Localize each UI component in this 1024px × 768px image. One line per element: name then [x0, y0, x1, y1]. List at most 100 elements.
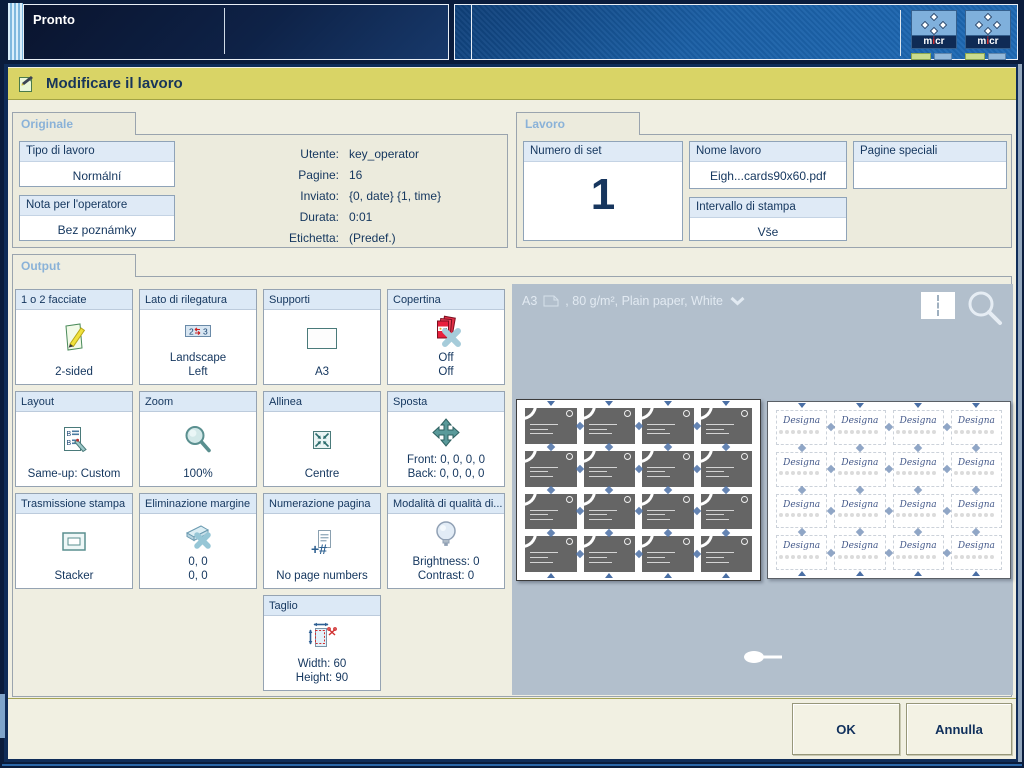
- dot: [868, 513, 872, 517]
- dot: [838, 471, 842, 475]
- dot: [984, 513, 988, 517]
- dot: [850, 430, 854, 434]
- tile-layout[interactable]: Layout B B Same-up: Custom: [15, 391, 133, 487]
- card-text-line: [589, 514, 607, 515]
- blue-status-bar: [988, 53, 1006, 60]
- card-arc: [584, 536, 596, 548]
- pagine-speciali-value: [854, 162, 1006, 169]
- dot: [779, 555, 783, 559]
- tab-output[interactable]: Output: [12, 254, 136, 277]
- dot: [908, 471, 912, 475]
- card-text-line: [530, 471, 548, 472]
- card-dots-row: [954, 462, 996, 480]
- tile-1-o-2-facciate[interactable]: 1 o 2 facciate 2-sided: [15, 289, 133, 385]
- card-text-line: [647, 476, 670, 477]
- micr-dots-icon: [965, 10, 1011, 36]
- magnifier-icon: [181, 423, 215, 457]
- card-text-line: [706, 510, 734, 511]
- intervallo-stampa-button[interactable]: Intervallo di stampa Vše: [689, 197, 847, 241]
- dot: [856, 471, 860, 475]
- tile-copertina[interactable]: Copertina OffOff: [387, 289, 505, 385]
- card-logo: [566, 496, 573, 503]
- tile-allinea[interactable]: Allinea Centre: [263, 391, 381, 487]
- front-page[interactable]: [516, 399, 761, 581]
- front-card: [701, 451, 753, 487]
- dot: [803, 471, 807, 475]
- status-panel: Pronto: [23, 4, 449, 60]
- tile-trasmissione-stampa[interactable]: Trasmissione stampa Stacker: [15, 493, 133, 589]
- dot: [978, 555, 982, 559]
- dot: [844, 471, 848, 475]
- tile-sposta[interactable]: Sposta Front: 0, 0, 0, 0Back: 0, 0, 0, 0: [387, 391, 505, 487]
- dot: [838, 555, 842, 559]
- tile-supporti[interactable]: Supporti A3: [263, 289, 381, 385]
- dot: [926, 471, 930, 475]
- nome-lavoro-button[interactable]: Nome lavoro Eigh...cards90x60.pdf: [689, 141, 847, 189]
- info-row: Utente:key_operator: [209, 144, 499, 165]
- dot: [902, 430, 906, 434]
- media-selector[interactable]: A3 , 80 g/m², Plain paper, White: [522, 294, 746, 308]
- tile-eliminazione-margine[interactable]: Eliminazione margine 0, 00, 0: [139, 493, 257, 589]
- card-arc: [701, 494, 713, 506]
- tile-lato-di-rilegatura[interactable]: Lato di rilegatura 2 3 LandscapeLeft: [139, 289, 257, 385]
- tab-originale[interactable]: Originale: [12, 112, 136, 135]
- dot: [779, 471, 783, 475]
- pagine-speciali-button[interactable]: Pagine speciali: [853, 141, 1007, 189]
- dot: [914, 555, 918, 559]
- micr-icon-1[interactable]: micr: [911, 10, 957, 56]
- edge-mark: [856, 403, 864, 408]
- tile-zoom[interactable]: Zoom 100%: [139, 391, 257, 487]
- front-card: [584, 451, 636, 487]
- dot: [932, 555, 936, 559]
- preview-zoom-button[interactable]: [964, 287, 1006, 329]
- card-arc: [584, 451, 596, 463]
- dot: [966, 430, 970, 434]
- ok-button[interactable]: OK: [792, 703, 900, 755]
- edit-job-icon: [18, 74, 35, 93]
- card-text-line: [530, 510, 558, 511]
- cancel-button[interactable]: Annulla: [906, 703, 1012, 755]
- tipo-di-lavoro-button[interactable]: Tipo di lavoro Normální: [19, 141, 175, 187]
- edge-mark: [722, 401, 730, 406]
- output-tiles-grid: 1 o 2 facciate 2-sided Lato di rilegatur…: [15, 289, 505, 691]
- back-page[interactable]: DesignaDesignaDesignaDesignaDesignaDesig…: [767, 401, 1011, 579]
- card-logo: [566, 410, 573, 417]
- back-card: Designa: [776, 535, 827, 570]
- dot: [984, 430, 988, 434]
- dot: [809, 513, 813, 517]
- green-status-bar: [911, 53, 931, 60]
- system-panel-divider: [471, 5, 472, 59]
- dot: [984, 555, 988, 559]
- card-text-line: [706, 514, 724, 515]
- card-logo: [683, 453, 690, 460]
- micr-icon-2[interactable]: micr: [965, 10, 1011, 56]
- card-text-line: [530, 514, 548, 515]
- back-card: Designa: [834, 452, 885, 487]
- dot: [844, 430, 848, 434]
- dot: [990, 555, 994, 559]
- blue-status-bar: [934, 53, 952, 60]
- info-row: Etichetta:(Predef.): [209, 228, 499, 249]
- back-card: Designa: [951, 535, 1002, 570]
- nota-operatore-button[interactable]: Nota per l'operatore Bez poznámky: [19, 195, 175, 241]
- edge-mark: [547, 573, 555, 578]
- dot: [791, 555, 795, 559]
- sheet-separation-icon[interactable]: [921, 292, 955, 319]
- screen: Pronto micr: [0, 0, 1024, 768]
- media-size-text: A3: [522, 294, 537, 308]
- dot: [856, 513, 860, 517]
- output-section: 1 o 2 facciate 2-sided Lato di rilegatur…: [12, 276, 1012, 697]
- dot: [902, 513, 906, 517]
- dot: [797, 471, 801, 475]
- numero-di-set-button[interactable]: Numero di set 1: [523, 141, 683, 241]
- tile-numerazione-pagina[interactable]: Numerazione pagina +# No page numbers: [263, 493, 381, 589]
- edge-mark: [798, 403, 806, 408]
- tile-taglio[interactable]: Taglio: [263, 595, 381, 691]
- tile-modalita-qualita[interactable]: Modalità di qualità di... Brightness: 0C…: [387, 493, 505, 589]
- dot: [954, 471, 958, 475]
- dot: [868, 471, 872, 475]
- status-panel-divider: [224, 8, 225, 54]
- card-dots-row: [954, 421, 996, 439]
- edge-mark: [914, 571, 922, 576]
- tab-lavoro[interactable]: Lavoro: [516, 112, 640, 135]
